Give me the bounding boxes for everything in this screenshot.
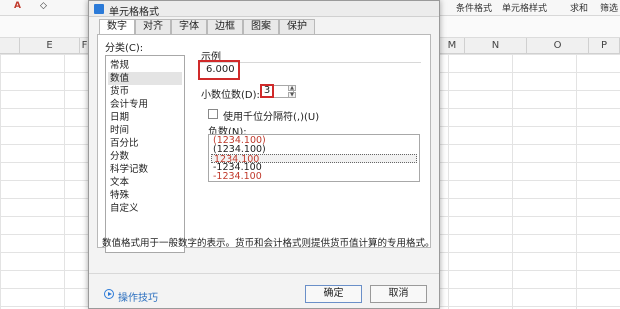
play-circle-icon[interactable]	[104, 289, 114, 299]
ok-button[interactable]: 确定	[305, 285, 362, 303]
tab-pattern[interactable]: 图案	[243, 19, 279, 35]
column-header-o[interactable]: O	[527, 38, 589, 54]
category-item[interactable]: 货币	[108, 85, 182, 98]
spin-down-icon[interactable]: ▼	[288, 92, 296, 98]
category-label: 分类(C):	[105, 43, 144, 54]
dialog-title: 单元格格式	[109, 7, 159, 18]
column-header-e[interactable]: E	[20, 38, 80, 54]
cell-style-button[interactable]: 单元格样式	[502, 1, 547, 14]
category-item[interactable]: 会计专用	[108, 98, 182, 111]
number-tab-panel: 分类(C): 常规 数值 货币 会计专用 日期 时间 百分比 分数 科学记数 文…	[97, 34, 435, 253]
column-header-n[interactable]: N	[465, 38, 527, 54]
category-item[interactable]: 常规	[108, 59, 182, 72]
category-list[interactable]: 常规 数值 货币 会计专用 日期 时间 百分比 分数 科学记数 文本 特殊 自定…	[105, 55, 185, 253]
thousands-separator-checkbox[interactable]	[208, 109, 218, 119]
category-item[interactable]: 自定义	[108, 202, 182, 215]
tab-border[interactable]: 边框	[207, 19, 243, 35]
tab-protection[interactable]: 保护	[279, 19, 315, 35]
cancel-button[interactable]: 取消	[370, 285, 427, 303]
column-header-p[interactable]: P	[589, 38, 620, 54]
spin-up-icon[interactable]: ▲	[288, 85, 296, 91]
category-item[interactable]: 文本	[108, 176, 182, 189]
category-item[interactable]: 日期	[108, 111, 182, 124]
category-item[interactable]: 特殊	[108, 189, 182, 202]
sum-button[interactable]: 求和	[570, 1, 588, 14]
tips-link[interactable]: 操作技巧	[118, 289, 158, 304]
negative-number-option[interactable]: (1234.100)	[211, 145, 417, 155]
thousands-separator-label: 使用千位分隔符(,)(U)	[223, 112, 320, 123]
negative-number-option[interactable]: -1234.100	[211, 172, 417, 182]
decimal-places-value[interactable]: 3	[260, 84, 274, 98]
footer-divider	[89, 273, 439, 274]
conditional-format-button[interactable]: 条件格式	[456, 1, 492, 14]
app-icon	[94, 4, 104, 14]
sample-value: 6.000	[198, 60, 240, 80]
tab-font[interactable]: 字体	[171, 19, 207, 35]
category-item[interactable]: 科学记数	[108, 163, 182, 176]
corner-header[interactable]	[0, 38, 20, 54]
category-item-selected[interactable]: 数值	[108, 72, 182, 85]
category-item[interactable]: 时间	[108, 124, 182, 137]
category-item[interactable]: 百分比	[108, 137, 182, 150]
tab-alignment[interactable]: 对齐	[135, 19, 171, 35]
font-color-button[interactable]: A	[14, 1, 21, 11]
eraser-icon[interactable]: ◇	[40, 1, 47, 11]
decimal-places-label: 小数位数(D):	[201, 90, 260, 101]
column-header-m[interactable]: M	[440, 38, 465, 54]
category-item[interactable]: 分数	[108, 150, 182, 163]
format-description: 数值格式用于一般数字的表示。货币和会计格式则提供货币值计算的专用格式。	[102, 238, 435, 249]
negative-numbers-list[interactable]: (1234.100) (1234.100) 1234.100 -1234.100…	[208, 134, 420, 182]
filter-button[interactable]: 筛选	[600, 1, 618, 14]
dialog-titlebar[interactable]: 单元格格式	[89, 1, 439, 18]
format-cells-dialog: 单元格格式 数字 对齐 字体 边框 图案 保护 分类(C): 常规 数值 货币 …	[88, 0, 440, 309]
